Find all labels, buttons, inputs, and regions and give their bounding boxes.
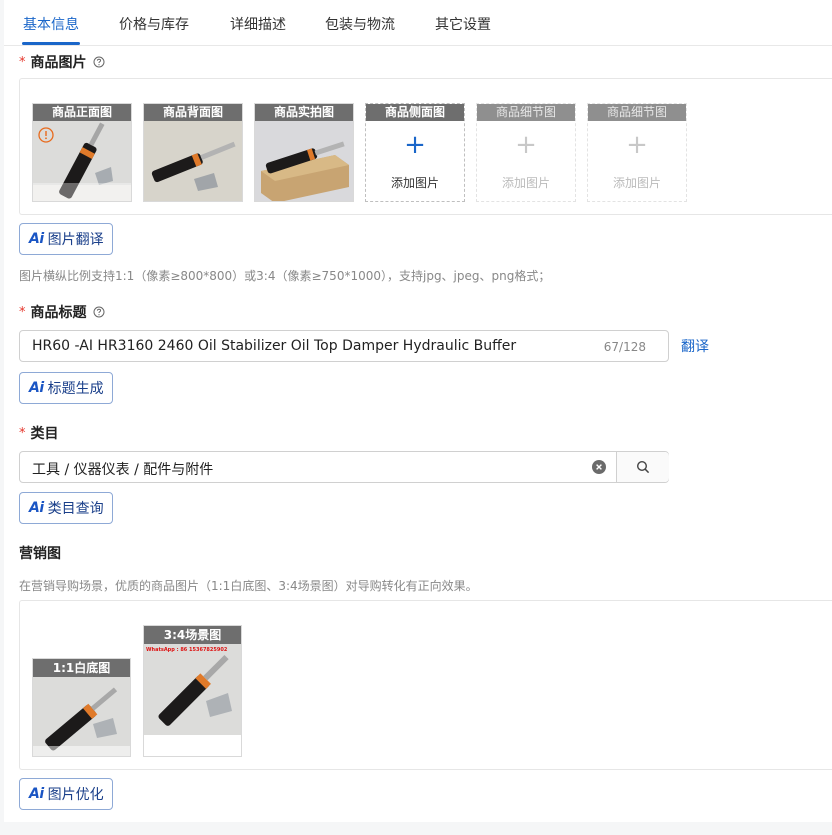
product-images-label: * 商品图片 (19, 52, 105, 72)
tab-bar: 基本信息 价格与库存 详细描述 包装与物流 其它设置 (4, 0, 832, 46)
ai-icon: Ai (29, 231, 44, 247)
marketing-slot-title: 1:1白底图 (33, 659, 130, 677)
image-slot-real[interactable]: 商品实拍图 (254, 103, 354, 202)
add-image-label: 添加图片 (390, 176, 439, 190)
search-icon (636, 460, 650, 474)
image-slot-title: 商品背面图 (144, 104, 242, 121)
marketing-photo-portrait (144, 643, 241, 756)
question-circle-icon[interactable] (93, 56, 105, 68)
ai-button-label: 类目查询 (47, 501, 104, 517)
ai-icon: Ai (29, 786, 44, 802)
whatsapp-overlay-text: WhatsApp : 86 15367825902 (146, 647, 228, 653)
image-slot-back[interactable]: 商品背面图 (143, 103, 243, 202)
marketing-slot-square[interactable]: 1:1白底图 (32, 658, 131, 757)
title-char-counter: 67/128 (603, 340, 646, 354)
category-label-text: 类目 (30, 426, 59, 442)
image-slot-side[interactable]: 商品侧面图 + 添加图片 (365, 103, 465, 202)
marketing-images-label-text: 营销图 (19, 546, 61, 562)
required-mark: * (19, 304, 26, 320)
image-slot-title: 商品实拍图 (255, 104, 353, 121)
category-search-button[interactable] (616, 452, 669, 482)
tab-basic-info[interactable]: 基本信息 (23, 14, 79, 34)
category-select[interactable]: 工具 / 仪器仪表 / 配件与附件 (19, 451, 669, 483)
image-slot-detail-1: 商品细节图 + 添加图片 (476, 103, 576, 202)
image-slot-front[interactable]: 商品正面图 (32, 103, 132, 202)
product-title-label: * 商品标题 (19, 302, 105, 322)
warning-icon[interactable] (38, 127, 54, 143)
tab-description[interactable]: 详细描述 (230, 14, 286, 34)
required-mark: * (19, 54, 26, 70)
category-value: 工具 / 仪器仪表 / 配件与附件 (32, 462, 214, 478)
marketing-images-label: 营销图 (19, 543, 61, 563)
product-title-value: HR60 -AI HR3160 2460 Oil Stabilizer Oil … (32, 338, 517, 354)
plus-icon: + (515, 130, 537, 160)
ai-image-translate-button[interactable]: Ai 图片翻译 (19, 223, 113, 255)
ai-category-query-button[interactable]: Ai 类目查询 (19, 492, 113, 524)
translate-link[interactable]: 翻译 (681, 336, 709, 356)
ai-button-label: 标题生成 (47, 381, 104, 397)
marketing-slot-title: 3:4场景图 (144, 626, 241, 644)
marketing-images-hint: 在营销导购场景，优质的商品图片（1:1白底图、3:4场景图）对导购转化有正向效果… (19, 579, 478, 593)
ai-button-label: 图片优化 (47, 787, 104, 803)
tab-package-logistics[interactable]: 包装与物流 (325, 14, 395, 34)
product-images-label-text: 商品图片 (30, 55, 87, 71)
product-photo-real (255, 121, 353, 201)
marketing-photo-square (33, 676, 130, 756)
ai-title-generate-button[interactable]: Ai 标题生成 (19, 372, 113, 404)
ai-icon: Ai (29, 500, 44, 516)
image-slot-title: 商品细节图 (588, 104, 686, 121)
ai-icon: Ai (29, 380, 44, 396)
add-image-label: 添加图片 (612, 176, 661, 190)
image-slot-title: 商品侧面图 (366, 104, 464, 121)
question-circle-icon[interactable] (93, 306, 105, 318)
image-slot-title: 商品正面图 (33, 104, 131, 121)
marketing-slot-portrait[interactable]: WhatsApp : 86 15367825902 3:4场景图 (143, 625, 242, 757)
plus-icon: + (404, 130, 426, 160)
product-photo-back (144, 121, 242, 201)
category-label: * 类目 (19, 423, 59, 443)
tab-other-settings[interactable]: 其它设置 (435, 14, 491, 34)
ai-button-label: 图片翻译 (47, 232, 104, 248)
add-image-label: 添加图片 (501, 176, 550, 190)
image-slot-title: 商品细节图 (477, 104, 575, 121)
plus-icon: + (626, 130, 648, 160)
marketing-images-panel (19, 600, 832, 770)
product-title-input[interactable]: HR60 -AI HR3160 2460 Oil Stabilizer Oil … (19, 330, 669, 362)
tab-price-stock[interactable]: 价格与库存 (119, 14, 189, 34)
required-mark: * (19, 425, 26, 441)
clear-circle-icon[interactable] (592, 460, 606, 474)
product-title-label-text: 商品标题 (30, 305, 87, 321)
ai-image-optimize-button[interactable]: Ai 图片优化 (19, 778, 113, 810)
page: 基本信息 价格与库存 详细描述 包装与物流 其它设置 * 商品图片 商品正面图 … (0, 0, 832, 835)
image-slot-detail-2: 商品细节图 + 添加图片 (587, 103, 687, 202)
active-tab-indicator (22, 42, 80, 45)
image-spec-hint: 图片横纵比例支持1:1（像素≥800*800）或3:4（像素≥750*1000）… (19, 269, 551, 283)
